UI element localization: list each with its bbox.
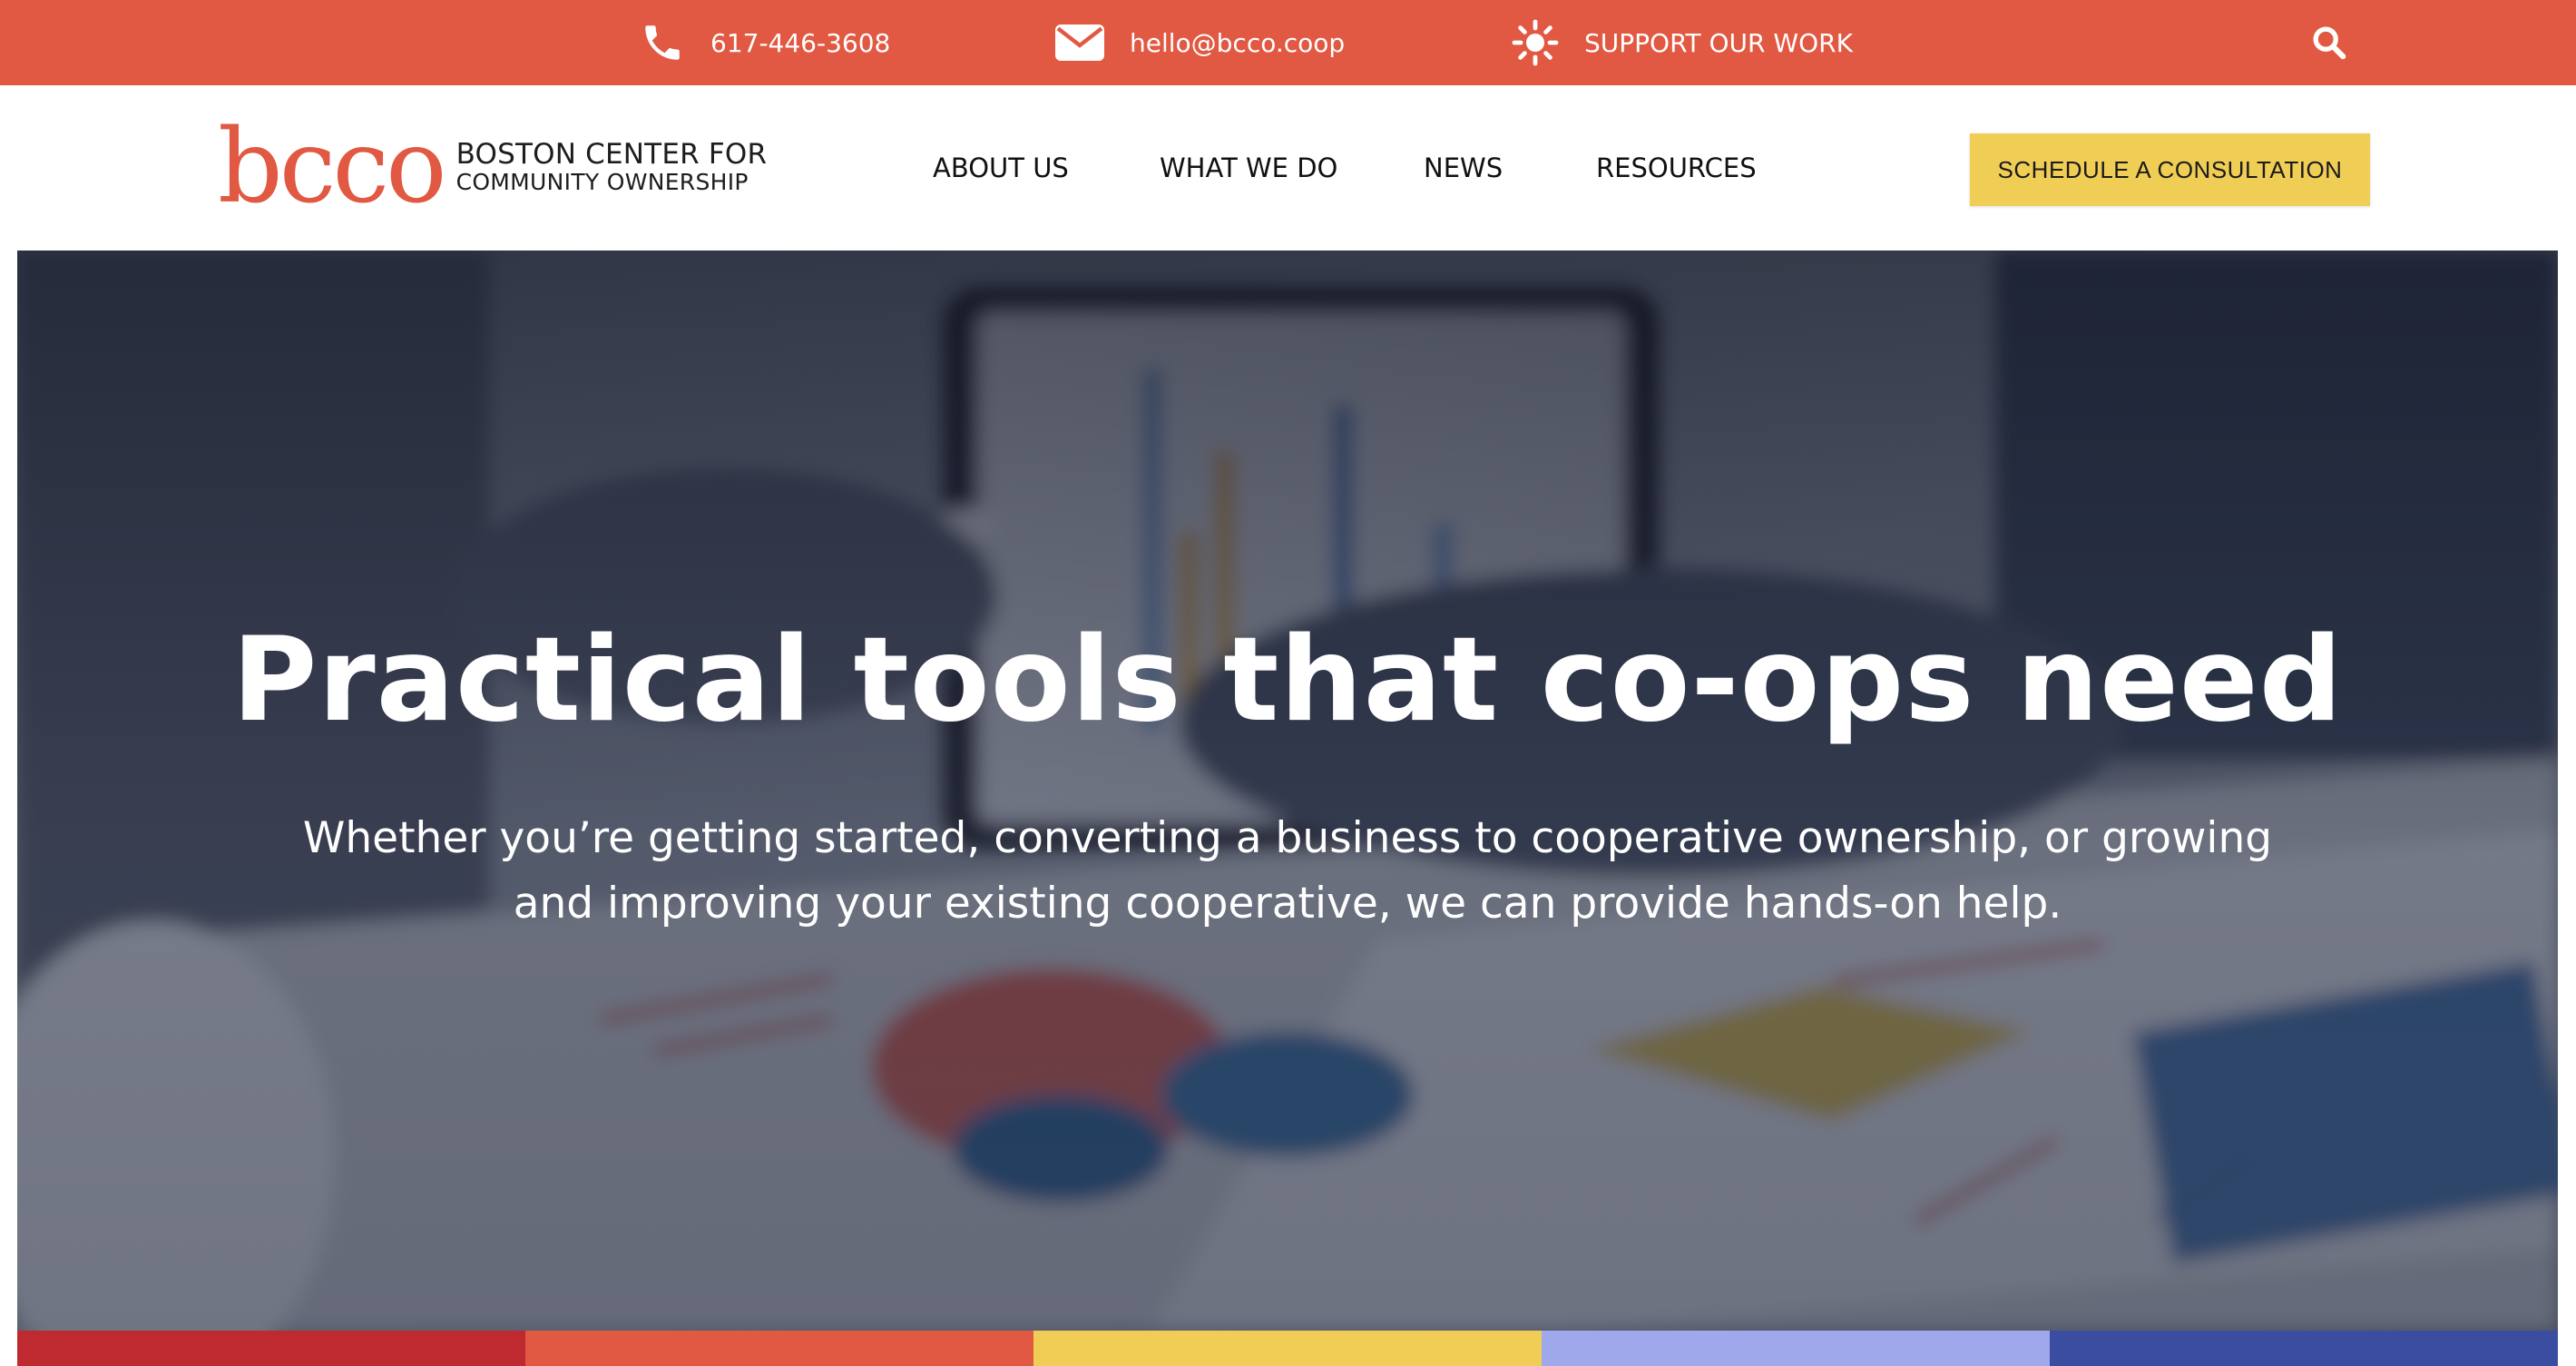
nav-item-about-us: ABOUT US (933, 85, 1069, 251)
support-link[interactable]: SUPPORT OUR WORK (1512, 0, 1853, 85)
schedule-consultation-button[interactable]: SCHEDULE A CONSULTATION (1970, 133, 2370, 206)
nav-link-news[interactable]: NEWS (1424, 152, 1503, 183)
search-icon (2312, 25, 2346, 60)
strip-segment-blue (2050, 1331, 2558, 1366)
logo-tagline: BOSTON CENTER FOR COMMUNITY OWNERSHIP (456, 139, 768, 195)
email-text: hello@bcco.coop (1130, 27, 1346, 58)
logo-wordmark: bcco (218, 108, 447, 226)
brand-color-strip (17, 1331, 2558, 1366)
envelope-icon (1055, 25, 1104, 61)
utility-bar: 617-446-3608 hello@bcco.coop SUPPORT OUR… (0, 0, 2576, 85)
nav-item-what-we-do: WHAT WE DO (1160, 85, 1337, 251)
nav-link-resources[interactable]: RESOURCES (1596, 152, 1757, 183)
email-link[interactable]: hello@bcco.coop (1055, 0, 1345, 85)
nav-link-about-us[interactable]: ABOUT US (933, 152, 1069, 183)
nav-item-resources: RESOURCES (1596, 85, 1757, 251)
nav-link-what-we-do[interactable]: WHAT WE DO (1160, 152, 1337, 183)
strip-segment-lavender (1542, 1331, 2050, 1366)
phone-icon (640, 20, 685, 65)
strip-segment-yellow (1033, 1331, 1542, 1366)
hero-title: Practical tools that co-ops need (231, 613, 2344, 748)
hero-overlay (17, 251, 2558, 1331)
phone-text: 617-446-3608 (710, 27, 891, 58)
sun-icon (1512, 19, 1559, 66)
support-text: SUPPORT OUR WORK (1584, 27, 1853, 58)
search-button[interactable] (2310, 0, 2348, 85)
hero-section: Practical tools that co-ops need Whether… (17, 251, 2558, 1331)
hero-subtitle: Whether you’re getting started, converti… (302, 813, 2273, 929)
site-logo[interactable]: bcco BOSTON CENTER FOR COMMUNITY OWNERSH… (218, 113, 767, 221)
logo-line-1: BOSTON CENTER FOR (455, 138, 768, 171)
phone-link[interactable]: 617-446-3608 (640, 0, 890, 85)
site-header: bcco BOSTON CENTER FOR COMMUNITY OWNERSH… (0, 85, 2576, 251)
nav-item-news: NEWS (1424, 85, 1503, 251)
logo-line-2: COMMUNITY OWNERSHIP (455, 169, 749, 195)
strip-segment-orange (525, 1331, 1033, 1366)
strip-segment-red (17, 1331, 525, 1366)
